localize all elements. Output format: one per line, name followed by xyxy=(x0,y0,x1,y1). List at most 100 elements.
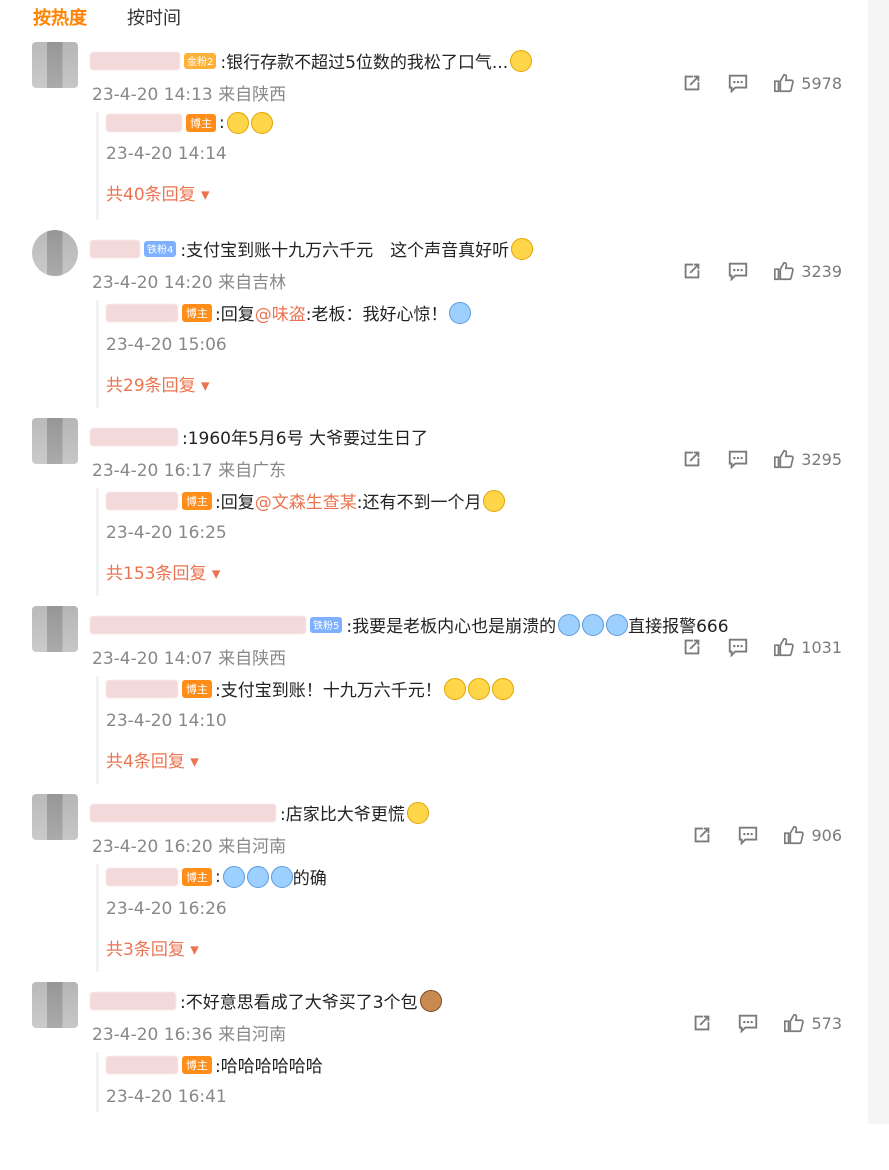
sticker-icon xyxy=(510,49,533,72)
comment-button[interactable] xyxy=(727,260,749,282)
thinking-icon xyxy=(443,677,466,700)
nickname[interactable] xyxy=(90,803,276,822)
blogger-badge: 博主 xyxy=(182,303,212,322)
reply-block: 博主 : 23-4-20 14:14 共40条回复 ▾ xyxy=(96,112,846,220)
reply-time: 23-4-20 14:14 xyxy=(106,144,227,164)
laugh-cry-icon xyxy=(222,865,245,888)
like-button[interactable]: 1031 xyxy=(773,636,842,658)
nickname[interactable] xyxy=(106,114,182,132)
share-button[interactable] xyxy=(681,636,703,658)
avatar[interactable] xyxy=(32,794,78,840)
nickname[interactable] xyxy=(90,991,176,1010)
comment-actions: 5978 xyxy=(681,72,842,94)
heart-eyes-icon xyxy=(226,112,249,134)
like-button[interactable]: 906 xyxy=(783,824,842,846)
comment-text: :1960年5月6号 大爷要过生日了 xyxy=(182,429,429,449)
comment-button[interactable] xyxy=(727,636,749,658)
more-replies-link[interactable]: 共40条回复 ▾ xyxy=(106,180,846,205)
share-icon xyxy=(684,75,700,91)
avatar[interactable] xyxy=(32,606,78,652)
comment-content: :1960年5月6号 大爷要过生日了 xyxy=(90,424,428,449)
laugh-cry-icon xyxy=(582,613,605,636)
nickname[interactable] xyxy=(106,303,178,322)
fan-badge: 金粉2 xyxy=(184,52,217,69)
like-button[interactable]: 3295 xyxy=(773,448,842,470)
comment-content: 铁粉5 :我要是老板内心也是崩溃的 直接报警666 xyxy=(90,612,729,637)
avatar[interactable] xyxy=(32,230,78,276)
comment-actions: 573 xyxy=(691,1012,842,1034)
comment-content: 铁粉4 :支付宝到账十九万六千元 这个声音真好听 xyxy=(90,236,534,261)
like-icon xyxy=(774,449,795,469)
reply-divider xyxy=(96,112,99,220)
like-button[interactable]: 573 xyxy=(783,1012,842,1034)
laugh-cry-icon xyxy=(606,613,629,636)
like-button[interactable]: 5978 xyxy=(773,72,842,94)
reply-block: 博主 :哈哈哈哈哈哈 23-4-20 16:41 xyxy=(96,1052,846,1112)
grin-icon xyxy=(511,237,534,260)
reply-text: :还有不到一个月 xyxy=(356,493,482,513)
reply-divider xyxy=(96,864,99,972)
more-replies-link[interactable]: 共3条回复 ▾ xyxy=(106,935,846,960)
avatar[interactable] xyxy=(32,42,78,88)
tab-hot[interactable]: 按热度 xyxy=(33,4,87,32)
blogger-badge: 博主 xyxy=(182,867,212,886)
like-button[interactable]: 3239 xyxy=(773,260,842,282)
comment-text: :店家比大爷更慌 xyxy=(280,805,405,825)
mention-link[interactable]: @文森生查某 xyxy=(255,488,357,513)
avatar[interactable] xyxy=(32,982,78,1028)
reply-block: 博主 :回复 @味盗 :老板：我好心惊！ 23-4-20 15:06 共29条回… xyxy=(96,300,846,408)
reply-time: 23-4-20 16:26 xyxy=(106,899,227,919)
like-count: 5978 xyxy=(801,73,842,93)
share-button[interactable] xyxy=(681,260,703,282)
reply-divider xyxy=(96,676,99,784)
reply-time: 23-4-20 14:10 xyxy=(106,711,227,731)
more-replies-label: 共29条回复 xyxy=(106,376,196,396)
share-button[interactable] xyxy=(681,72,703,94)
nickname[interactable] xyxy=(90,427,178,446)
reply-divider xyxy=(96,1052,99,1112)
comment-button[interactable] xyxy=(737,1012,759,1034)
nickname[interactable] xyxy=(90,615,306,634)
doge-icon xyxy=(483,489,506,512)
comment-button[interactable] xyxy=(727,72,749,94)
reply-row: 博主 :支付宝到账！十九万六千元！ xyxy=(106,676,846,701)
comment-actions: 906 xyxy=(691,824,842,846)
avatar[interactable] xyxy=(32,418,78,464)
reply-block: 博主 : 的确 23-4-20 16:26 共3条回复 ▾ xyxy=(96,864,846,972)
comment-button[interactable] xyxy=(737,824,759,846)
nickname[interactable] xyxy=(106,491,178,510)
comment-icon xyxy=(729,262,748,282)
nickname[interactable] xyxy=(106,679,178,698)
comment-icon xyxy=(729,638,748,658)
reply-time: 23-4-20 16:25 xyxy=(106,523,227,543)
reply-text: : xyxy=(215,866,221,887)
nickname[interactable] xyxy=(90,51,180,70)
comment-item: :不好意思看成了大爷买了3个包 23-4-20 16:36 来自河南 573 博… xyxy=(0,982,868,1170)
more-replies-link[interactable]: 共153条回复 ▾ xyxy=(106,559,846,584)
nickname[interactable] xyxy=(90,239,140,258)
comment-text: :银行存款不超过5位数的我松了口气... xyxy=(220,53,509,73)
reply-row: 博主 :回复 @文森生查某 :还有不到一个月 xyxy=(106,488,846,513)
more-replies-link[interactable]: 共4条回复 ▾ xyxy=(106,747,846,772)
reply-prefix: :回复 xyxy=(215,493,255,513)
nickname[interactable] xyxy=(106,1055,178,1074)
share-button[interactable] xyxy=(681,448,703,470)
reply-block: 博主 :支付宝到账！十九万六千元！ 23-4-20 14:10 共4条回复 ▾ xyxy=(96,676,846,784)
like-icon xyxy=(774,637,795,657)
share-button[interactable] xyxy=(691,824,713,846)
share-icon xyxy=(684,263,700,279)
mention-link[interactable]: @味盗 xyxy=(255,300,306,325)
tab-time[interactable]: 按时间 xyxy=(127,4,181,32)
comment-item: 铁粉4 :支付宝到账十九万六千元 这个声音真好听 23-4-20 14:20 来… xyxy=(0,230,868,418)
more-replies-link[interactable]: 共29条回复 ▾ xyxy=(106,371,846,396)
comment-text-suffix: 直接报警666 xyxy=(628,617,729,637)
comment-icon xyxy=(739,1014,758,1034)
like-count: 3295 xyxy=(801,449,842,469)
comment-actions: 3239 xyxy=(681,260,842,282)
thinking-icon xyxy=(467,677,490,700)
comment-content: :不好意思看成了大爷买了3个包 xyxy=(90,988,442,1013)
comment-button[interactable] xyxy=(727,448,749,470)
share-button[interactable] xyxy=(691,1012,713,1034)
like-icon xyxy=(784,825,805,845)
nickname[interactable] xyxy=(106,867,178,886)
